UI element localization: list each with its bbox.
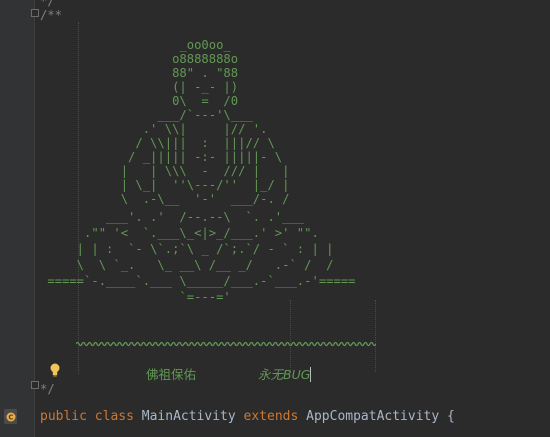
keyword-extends: extends xyxy=(243,409,299,424)
blessing-line: 佛祖保佑 永无BUG xyxy=(40,364,312,383)
ascii-art-line: 0\ = /0 xyxy=(40,94,239,108)
ascii-art-line: `=---=' xyxy=(40,290,231,304)
ascii-art-line: (| -_- |) xyxy=(40,80,239,94)
svg-text:C: C xyxy=(8,414,13,422)
ascii-art-line: =====`-.____`.___ \_____/___.-`___.-'===… xyxy=(40,274,356,288)
ascii-art-line: \ .-\__ '-' ___/-. / xyxy=(40,192,290,206)
ascii-art-line: \ \ `_. \_ __\ /__ _/ .-` / / xyxy=(40,258,334,272)
fold-marker-icon[interactable] xyxy=(31,381,39,389)
gutter-divider xyxy=(34,0,35,437)
code-editor[interactable]: */ /** _oo0oo_ o8888888o 88" . "88 (| -_… xyxy=(40,0,550,437)
ascii-art-line: 88" . "88 xyxy=(40,66,239,80)
ascii-art-line: | \_| ''\---/'' |_/ | xyxy=(40,178,290,192)
ascii-art-line: | | : `- \`.;`\ _ /`;.`/ - ` : | | xyxy=(40,242,334,256)
tilde-line: ~~~~~~~~~~~~~~~~~~~~~~~~~~~~~~~~~~~~~~~~… xyxy=(76,341,376,348)
doc-comment-close: */ xyxy=(40,382,55,396)
ascii-art-line: o8888888o xyxy=(40,52,239,66)
text-caret xyxy=(310,367,312,382)
ascii-art-line: ___/`---'\___ xyxy=(40,108,253,122)
class-declaration[interactable]: public class MainActivity extends AppCom… xyxy=(40,409,455,424)
class-file-icon[interactable]: C xyxy=(4,409,18,425)
blessing-right-text: 永无BUG xyxy=(258,367,311,382)
ascii-art-line: / \\||| : |||// \ xyxy=(40,136,275,150)
ascii-art-line: / _||||| -:- |||||- \ xyxy=(40,150,283,164)
indent-guide xyxy=(290,300,291,372)
ascii-art-line: ___'. .' /--.--\ `. .'___ xyxy=(40,210,305,224)
keyword-class: class xyxy=(94,409,134,424)
ascii-art-line: ."" '< `.___\_<|>_/___.' >' "". xyxy=(40,226,319,240)
class-name[interactable]: MainActivity xyxy=(142,409,236,424)
doc-comment-open: /** xyxy=(40,8,63,22)
keyword-public: public xyxy=(40,409,87,424)
ascii-art-line: | | \\\ - /// | | xyxy=(40,164,290,178)
editor-gutter xyxy=(0,0,34,437)
indent-guide xyxy=(375,300,376,372)
parent-class-name[interactable]: AppCompatActivity xyxy=(306,409,439,424)
fold-marker-icon[interactable] xyxy=(31,9,39,17)
blessing-left-text: 佛祖保佑 xyxy=(146,367,197,382)
open-brace: { xyxy=(447,409,455,424)
ascii-art-line: _oo0oo_ xyxy=(40,38,231,52)
tilde-line-text: ~~~~~~~~~~~~~~~~~~~~~~~~~~~~~~~~~~~~~~~~… xyxy=(76,346,105,348)
ascii-art-line: .' \\| |// '. xyxy=(40,122,268,136)
